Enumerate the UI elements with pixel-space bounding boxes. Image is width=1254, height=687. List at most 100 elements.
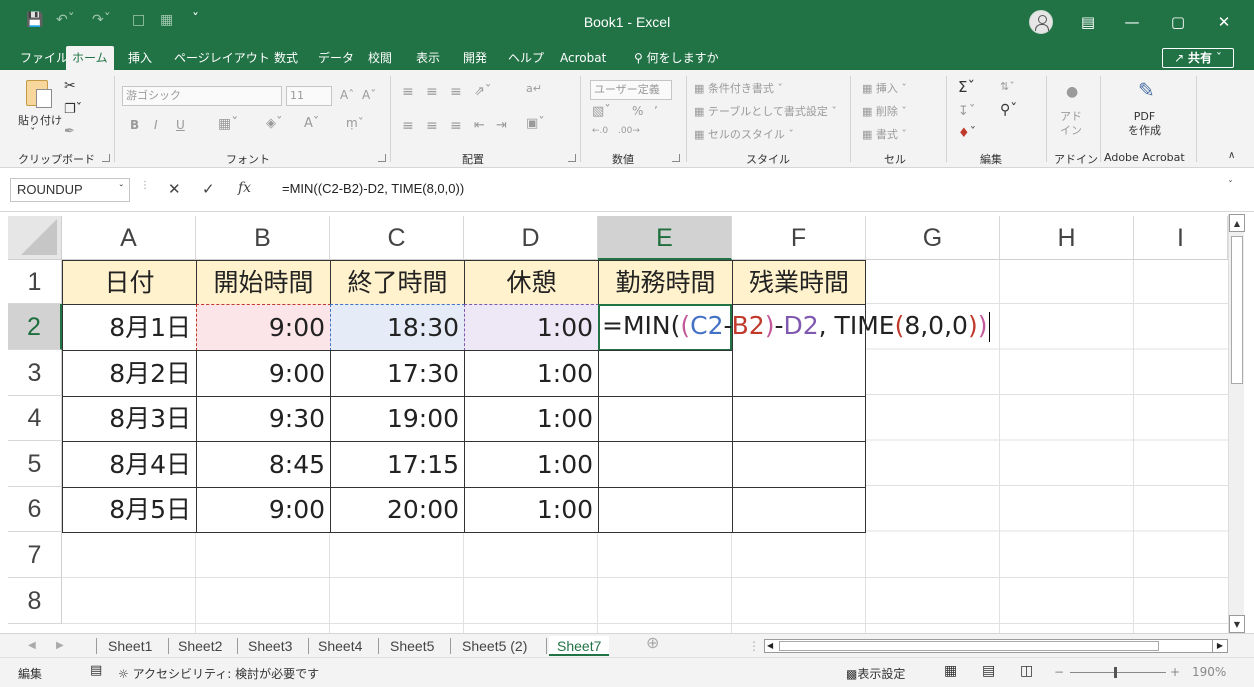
- table-cell-empty[interactable]: [598, 350, 733, 397]
- conditional-format-button[interactable]: ▦ 条件付き書式 ˇ: [694, 80, 783, 96]
- name-box[interactable]: ROUNDUP ˇ: [10, 178, 130, 202]
- tab-file[interactable]: ファイル: [14, 46, 74, 70]
- alignment-launcher-icon[interactable]: [568, 154, 576, 162]
- scroll-right-icon[interactable]: ▶: [1212, 639, 1228, 653]
- table-cell[interactable]: 1:00: [464, 396, 599, 442]
- format-painter-icon[interactable]: ✒: [64, 124, 75, 139]
- sort-filter-icon[interactable]: ⇅ˇ: [1000, 80, 1015, 93]
- row-header-6[interactable]: 6: [8, 487, 62, 532]
- table-cell-empty[interactable]: [732, 396, 866, 442]
- zoom-out-icon[interactable]: −: [1054, 665, 1064, 679]
- tell-me-search[interactable]: ⚲ 何をしますか: [628, 46, 725, 70]
- wrap-text-icon[interactable]: a↵: [526, 82, 542, 95]
- ribbon-display-icon[interactable]: ▤: [1068, 8, 1108, 36]
- table-cell[interactable]: 19:00: [330, 396, 465, 442]
- underline-button[interactable]: U: [176, 118, 185, 132]
- decrease-indent-icon[interactable]: ⇤: [474, 118, 485, 133]
- prev-sheet-icon[interactable]: ◀: [28, 636, 36, 656]
- paste-dropdown-icon[interactable]: ˇ: [30, 126, 36, 139]
- zoom-level[interactable]: 190%: [1192, 665, 1226, 679]
- select-all-button[interactable]: [8, 216, 62, 260]
- tab-data[interactable]: データ: [312, 46, 360, 70]
- shrink-font-icon[interactable]: Aˇ: [362, 88, 376, 102]
- table-cell-ref-c2[interactable]: 18:30: [330, 304, 465, 351]
- clipboard-launcher-icon[interactable]: [102, 154, 110, 162]
- table-cell[interactable]: 9:30: [196, 396, 331, 442]
- sheet-tab-sheet5-2[interactable]: Sheet5 (2): [462, 636, 527, 656]
- enter-icon[interactable]: ✓: [202, 180, 215, 198]
- table-cell[interactable]: 17:30: [330, 350, 465, 397]
- cut-icon[interactable]: ✂: [64, 78, 76, 94]
- tab-help[interactable]: ヘルプ: [502, 46, 550, 70]
- table-cell[interactable]: 1:00: [464, 350, 599, 397]
- italic-button[interactable]: I: [154, 118, 158, 132]
- paste-button-label[interactable]: 貼り付け: [18, 112, 62, 128]
- paste-icon[interactable]: [26, 80, 52, 108]
- table-cell-ref-b2[interactable]: 9:00: [196, 304, 331, 351]
- align-middle-icon[interactable]: ≡: [426, 84, 438, 100]
- format-cells-button[interactable]: ▦ 書式 ˇ: [862, 126, 907, 142]
- page-break-view-icon[interactable]: ◫: [1020, 663, 1033, 679]
- table-cell[interactable]: 17:15: [330, 441, 465, 488]
- table-cell[interactable]: 8月2日: [62, 350, 197, 397]
- table-cell-empty[interactable]: [598, 487, 733, 533]
- fill-color-icon[interactable]: ◈ˇ: [266, 116, 283, 131]
- accessibility-status[interactable]: ☼ アクセシビリティ: 検討が必要です: [118, 665, 319, 682]
- pdf-create-icon[interactable]: ✎: [1138, 78, 1155, 102]
- table-cell[interactable]: 9:00: [196, 350, 331, 397]
- row-header-7[interactable]: 7: [8, 532, 62, 578]
- column-header-d[interactable]: D: [464, 216, 598, 260]
- sheet-tab-sheet2[interactable]: Sheet2: [178, 636, 222, 656]
- vertical-scroll-thumb[interactable]: [1231, 236, 1243, 384]
- new-sheet-icon[interactable]: ⊕: [646, 634, 659, 654]
- table-header-end[interactable]: 終了時間: [330, 260, 465, 305]
- font-launcher-icon[interactable]: [378, 154, 386, 162]
- column-header-c[interactable]: C: [330, 216, 464, 260]
- increase-indent-icon[interactable]: ⇥: [496, 118, 507, 133]
- sheet-tab-sheet4[interactable]: Sheet4: [318, 636, 362, 656]
- row-header-1[interactable]: 1: [8, 260, 62, 304]
- table-header-overtime[interactable]: 残業時間: [732, 260, 866, 305]
- zoom-slider[interactable]: [1070, 672, 1166, 673]
- scroll-left-icon[interactable]: ◀: [767, 640, 773, 652]
- bold-button[interactable]: B: [130, 118, 139, 132]
- maximize-button[interactable]: ▢: [1158, 8, 1198, 36]
- tab-developer[interactable]: 開発: [457, 46, 493, 70]
- align-right-icon[interactable]: ≡: [450, 118, 462, 134]
- column-header-a[interactable]: A: [62, 216, 196, 260]
- table-cell[interactable]: 8月3日: [62, 396, 197, 442]
- vertical-scrollbar[interactable]: ▲ ▼: [1228, 214, 1245, 633]
- next-sheet-icon[interactable]: ▶: [56, 636, 64, 656]
- cell-styles-button[interactable]: ▦ セルのスタイル ˇ: [694, 126, 794, 142]
- scroll-up-icon[interactable]: ▲: [1229, 214, 1245, 232]
- table-cell[interactable]: 9:00: [196, 487, 331, 533]
- align-left-icon[interactable]: ≡: [402, 118, 414, 134]
- borders-icon[interactable]: ▦ˇ: [218, 116, 238, 132]
- page-layout-view-icon[interactable]: ▤: [982, 663, 995, 679]
- minimize-button[interactable]: —: [1112, 8, 1152, 36]
- comma-button[interactable]: ’: [654, 104, 658, 118]
- row-header-2[interactable]: 2: [8, 304, 62, 350]
- insert-function-icon[interactable]: fx: [238, 180, 251, 196]
- delete-cells-button[interactable]: ▦ 削除 ˇ: [862, 103, 907, 119]
- tab-page-layout[interactable]: ページレイアウト: [168, 46, 276, 70]
- increase-decimal-icon[interactable]: ←.0: [592, 126, 608, 136]
- expand-formula-bar-icon[interactable]: ˇ: [1228, 180, 1233, 191]
- sheet-tab-sheet3[interactable]: Sheet3: [248, 636, 292, 656]
- user-avatar-icon[interactable]: [1029, 10, 1053, 34]
- tab-splitter-icon[interactable]: ⋮: [748, 636, 760, 656]
- insert-cells-button[interactable]: ▦ 挿入 ˇ: [862, 80, 907, 96]
- addins-icon[interactable]: ●: [1066, 84, 1078, 100]
- table-cell[interactable]: 8月5日: [62, 487, 197, 533]
- table-cell-empty[interactable]: [598, 396, 733, 442]
- addins-button[interactable]: アド イン: [1060, 110, 1082, 138]
- column-header-e[interactable]: E: [598, 216, 732, 260]
- share-button[interactable]: ↗ 共有 ˇ: [1162, 48, 1234, 68]
- font-color-icon[interactable]: Aˇ: [304, 116, 319, 131]
- close-button[interactable]: ✕: [1204, 8, 1244, 36]
- normal-view-icon[interactable]: ▦: [944, 663, 957, 679]
- cancel-icon[interactable]: ✕: [168, 180, 181, 198]
- table-cell[interactable]: 8:45: [196, 441, 331, 488]
- table-cell-ref-d2[interactable]: 1:00: [464, 304, 599, 351]
- table-cell[interactable]: 8月4日: [62, 441, 197, 488]
